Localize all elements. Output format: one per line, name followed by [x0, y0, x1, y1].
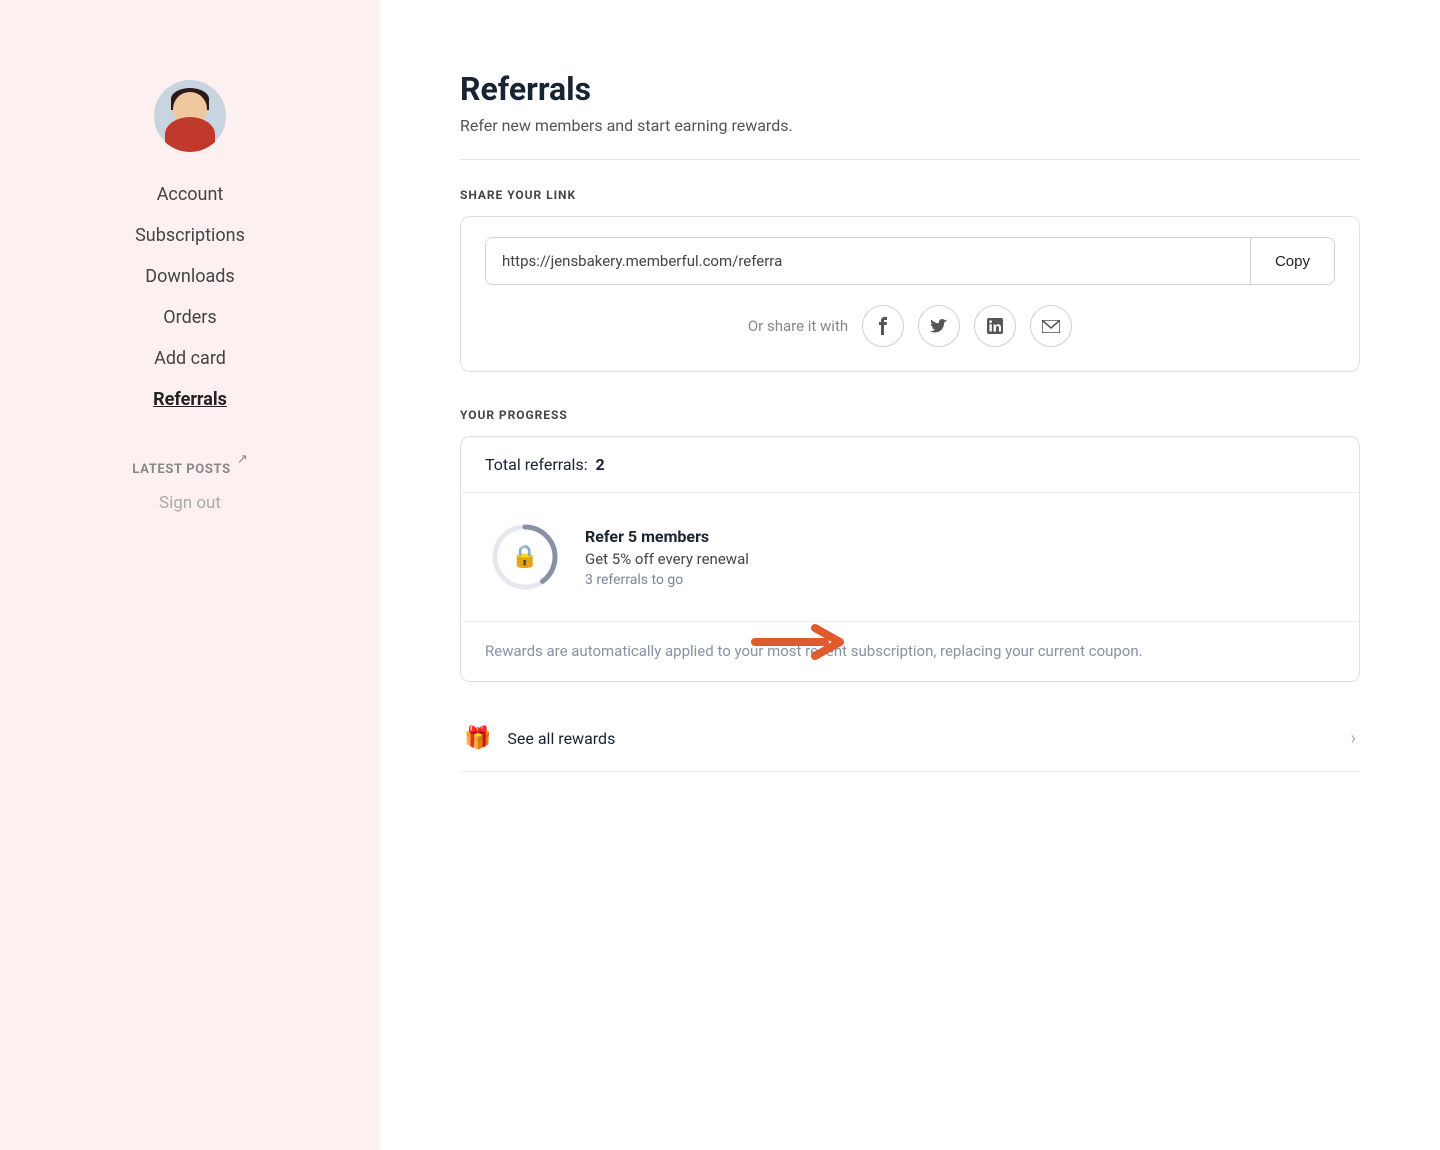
- reward-desc: Get 5% off every renewal: [585, 550, 749, 568]
- reward-title: Refer 5 members: [585, 527, 749, 546]
- see-all-rewards-row[interactable]: 🎁 See all rewards ›: [460, 706, 1360, 772]
- chevron-right-icon: ›: [1351, 728, 1356, 749]
- total-referrals-label: Total referrals:: [485, 455, 588, 474]
- main-content: Referrals Refer new members and start ea…: [380, 0, 1440, 1150]
- share-social-label: Or share it with: [748, 317, 848, 335]
- share-social-row: Or share it with: [485, 305, 1335, 347]
- gift-icon: 🎁: [464, 726, 491, 751]
- see-all-rewards-text: See all rewards: [507, 729, 1334, 748]
- sidebar-item-addcard[interactable]: Add card: [134, 340, 246, 377]
- link-row: https://jensbakery.memberful.com/referra…: [485, 237, 1335, 285]
- sidebar-item-account[interactable]: Account: [137, 176, 244, 213]
- lock-icon: 🔒: [511, 545, 538, 570]
- total-referrals-row: Total referrals: 2: [461, 437, 1359, 493]
- reward-row: 🔒 Refer 5 members Get 5% off every renew…: [461, 493, 1359, 622]
- progress-section-label: YOUR PROGRESS: [460, 408, 1360, 422]
- sidebar-item-referrals[interactable]: Referrals: [133, 381, 247, 418]
- sidebar-nav: Account Subscriptions Downloads Orders A…: [0, 176, 380, 513]
- sidebar: Account Subscriptions Downloads Orders A…: [0, 0, 380, 1150]
- facebook-share-button[interactable]: [862, 305, 904, 347]
- sign-out-link[interactable]: Sign out: [159, 493, 221, 513]
- total-referrals-value: 2: [596, 455, 605, 474]
- external-link-icon: ↗: [237, 452, 248, 467]
- email-share-button[interactable]: [1030, 305, 1072, 347]
- linkedin-share-button[interactable]: [974, 305, 1016, 347]
- circle-progress: 🔒: [485, 517, 565, 597]
- divider: [460, 159, 1360, 160]
- twitter-share-button[interactable]: [918, 305, 960, 347]
- page-subtitle: Refer new members and start earning rewa…: [460, 116, 1360, 135]
- sidebar-item-subscriptions[interactable]: Subscriptions: [115, 217, 265, 254]
- page-title: Referrals: [460, 70, 1360, 108]
- reward-remaining: 3 referrals to go: [585, 572, 749, 588]
- latest-posts-label: LATEST POSTS: [132, 462, 231, 477]
- arrow-annotation: [750, 620, 850, 664]
- share-section-label: SHARE YOUR LINK: [460, 188, 1360, 202]
- sidebar-item-orders[interactable]: Orders: [143, 299, 236, 336]
- share-box: https://jensbakery.memberful.com/referra…: [460, 216, 1360, 372]
- progress-note: Rewards are automatically applied to you…: [461, 622, 1359, 681]
- avatar: [154, 80, 226, 152]
- referral-url: https://jensbakery.memberful.com/referra: [486, 238, 1250, 284]
- copy-button[interactable]: Copy: [1250, 238, 1334, 284]
- sidebar-item-downloads[interactable]: Downloads: [125, 258, 254, 295]
- progress-box: Total referrals: 2 🔒 Refer 5 members Get…: [460, 436, 1360, 682]
- reward-info: Refer 5 members Get 5% off every renewal…: [585, 527, 749, 588]
